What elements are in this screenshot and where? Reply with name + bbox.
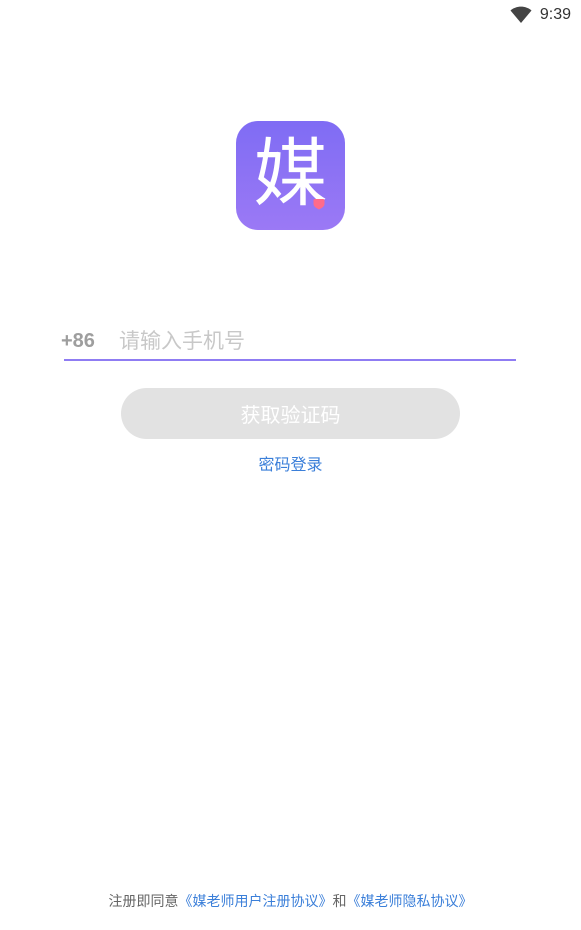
status-time: 9:39 bbox=[539, 6, 571, 23]
phone-input[interactable] bbox=[119, 323, 516, 359]
phone-input-row: +86 bbox=[61, 323, 516, 361]
agreement-text: 注册即同意《媒老师用户注册协议》和《媒老师隐私协议》 bbox=[0, 891, 581, 911]
app-logo: 媒 bbox=[236, 121, 345, 230]
get-code-button[interactable]: 获取验证码 bbox=[121, 388, 460, 439]
password-login-link[interactable]: 密码登录 bbox=[0, 451, 581, 475]
status-bar: 9:39 bbox=[510, 0, 581, 30]
agreement-conjunction: 和 bbox=[332, 894, 347, 910]
heart-icon bbox=[313, 199, 325, 210]
country-code[interactable]: +86 bbox=[61, 330, 119, 353]
user-agreement-link[interactable]: 《媒老师用户注册协议》 bbox=[179, 894, 333, 910]
login-screen: 9:39 媒 +86 获取验证码 密码登录 注册即同意《媒老师用户注册协议》和《… bbox=[0, 0, 581, 930]
privacy-agreement-link[interactable]: 《媒老师隐私协议》 bbox=[347, 894, 473, 910]
wifi-icon bbox=[510, 6, 532, 24]
agreement-prefix: 注册即同意 bbox=[108, 894, 179, 910]
